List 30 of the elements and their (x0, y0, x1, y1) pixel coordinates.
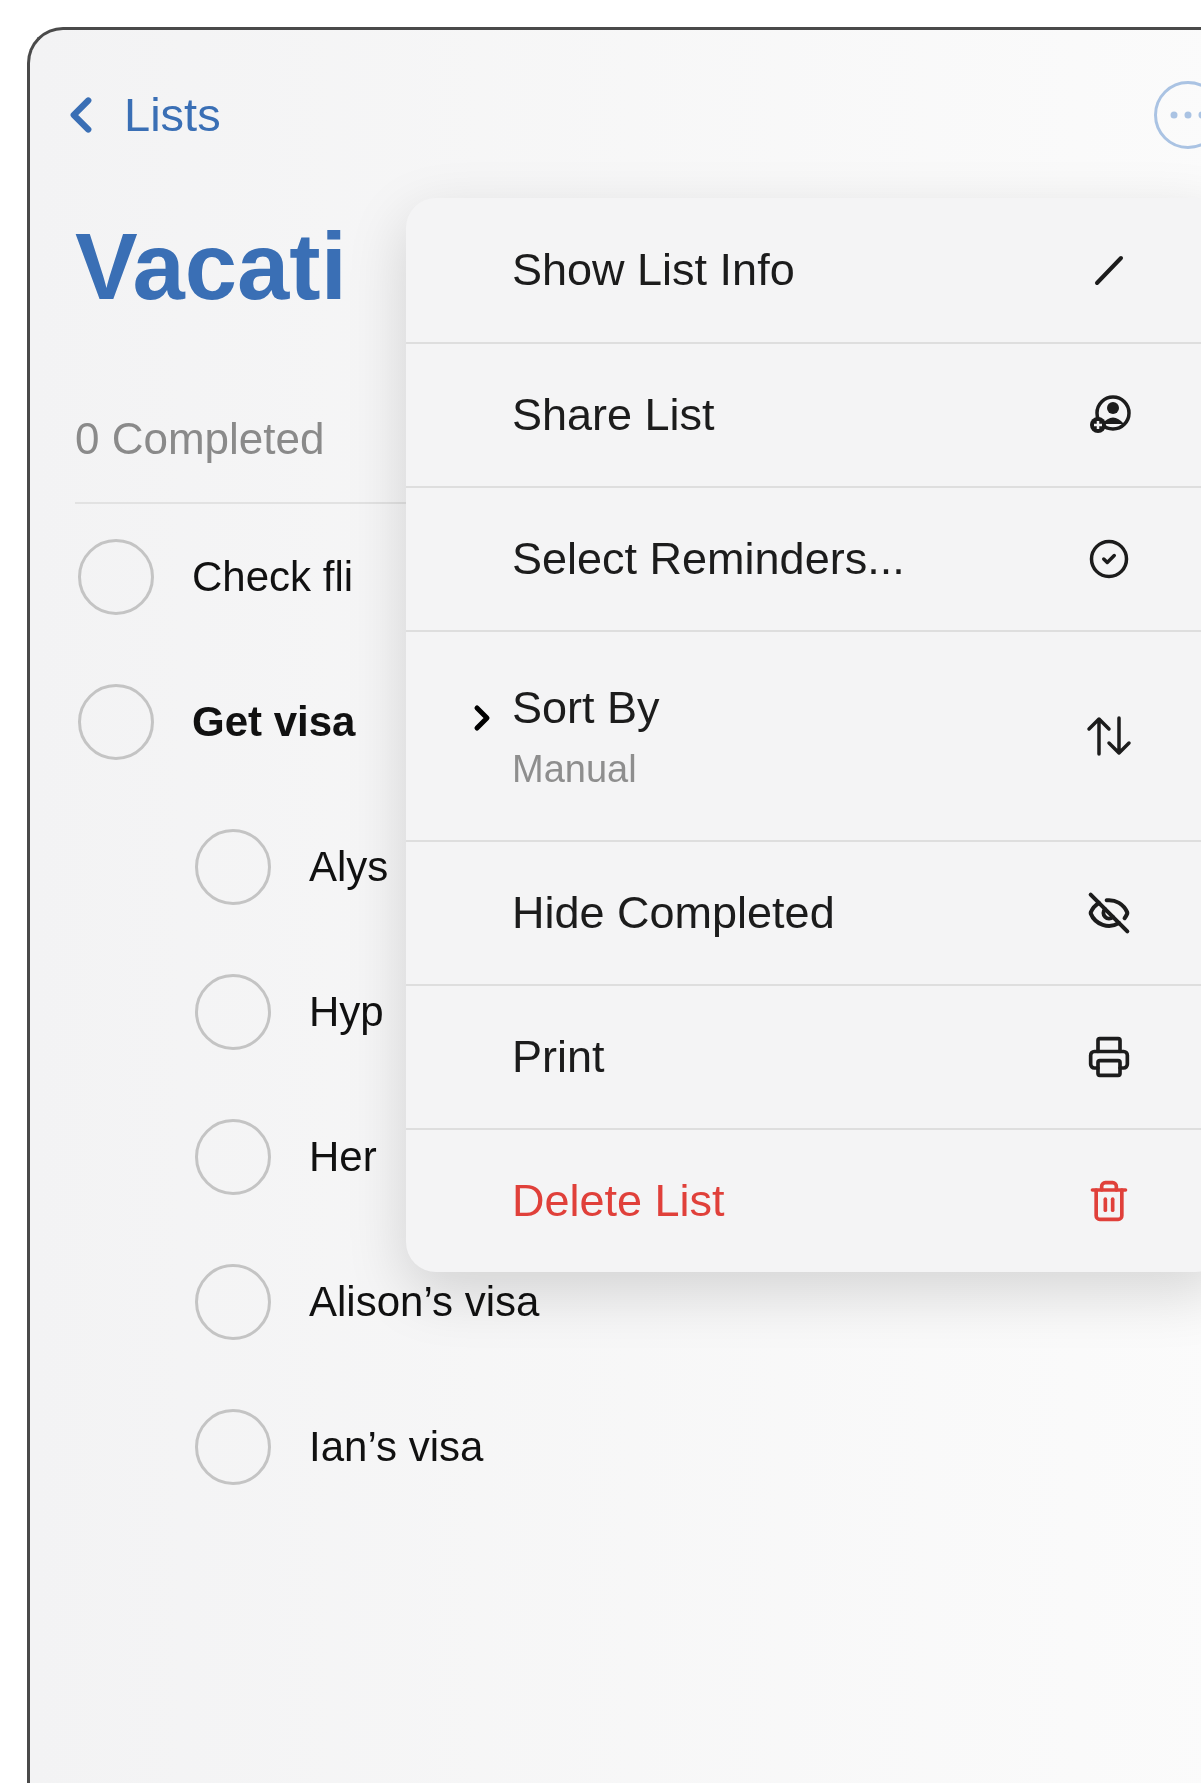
reminder-title: Alys (309, 842, 389, 892)
ellipsis-icon (1170, 111, 1201, 119)
menu-item-subtitle: Manual (512, 747, 638, 793)
menu-item[interactable]: Print (406, 984, 1201, 1128)
menu-item-label: Print (512, 1030, 606, 1085)
reminder-title: Hyp (309, 987, 384, 1037)
back-button[interactable]: Lists (52, 79, 221, 151)
menu-item-label: Share List (512, 388, 716, 443)
menu-item[interactable]: Show List Info (406, 198, 1201, 342)
menu-item[interactable]: Delete List (406, 1128, 1201, 1272)
reminder-title: Ian’s visa (309, 1422, 484, 1472)
sort-arrows-icon (1085, 714, 1133, 758)
reminder-title: Get visa (192, 697, 356, 747)
checkmark-circle-icon (1088, 538, 1130, 580)
reminder-title: Her (309, 1132, 377, 1182)
menu-item-label: Show List Info (512, 243, 796, 298)
menu-item-label: Hide Completed (512, 886, 836, 941)
menu-item[interactable]: Select Reminders... (406, 486, 1201, 630)
menu-item[interactable]: Share List (406, 342, 1201, 486)
reminder-title: Check fli (192, 552, 354, 602)
menu-item-label: Select Reminders... (512, 532, 906, 587)
printer-icon (1087, 1035, 1131, 1079)
list-title: Vacati (75, 220, 347, 314)
reminder-title: Alison’s visa (309, 1277, 540, 1327)
completed-count: 0 Completed (75, 413, 325, 465)
menu-item-label: Sort By (512, 680, 661, 735)
menu-item[interactable]: Sort By Manual (406, 630, 1201, 840)
menu-item-label: Delete List (512, 1174, 726, 1229)
eye-slash-icon (1087, 891, 1131, 935)
menu-item[interactable]: Hide Completed (406, 840, 1201, 984)
